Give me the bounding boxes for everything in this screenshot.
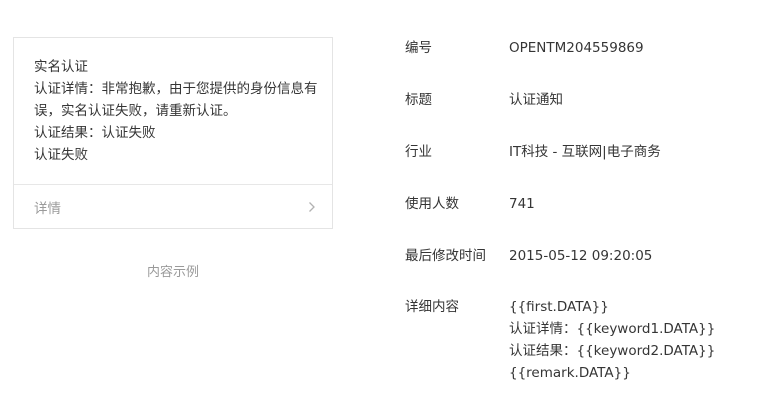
chevron-right-icon	[306, 201, 318, 213]
info-row-content: 详细内容 {{first.DATA}} 认证详情：{{keyword1.DATA…	[405, 296, 755, 384]
info-row-id: 编号 OPENTM204559869	[405, 37, 755, 59]
content-value: {{first.DATA}} 认证详情：{{keyword1.DATA}} 认证…	[509, 296, 715, 384]
info-row-users: 使用人数 741	[405, 193, 755, 215]
preview-title: 实名认证	[34, 59, 88, 75]
modified-label: 最后修改时间	[405, 248, 486, 264]
users-value: 741	[509, 196, 535, 212]
content-line-keyword2: 认证结果：{{keyword2.DATA}}	[509, 343, 716, 359]
template-detail-page: 实名认证 认证详情：非常抱歉，由于您提供的身份信息有误，实名认证失败，请重新认证…	[0, 0, 762, 404]
modified-value: 2015-05-12 09:20:05	[509, 248, 653, 264]
content-line-first: {{first.DATA}}	[509, 299, 609, 315]
detail-label: 详情	[34, 201, 61, 217]
info-row-industry: 行业 IT科技 - 互联网|电子商务	[405, 141, 755, 163]
detail-link[interactable]: 详情	[34, 185, 318, 229]
preview-remark-line: 认证失败	[34, 147, 88, 163]
preview-detail-line: 认证详情：非常抱歉，由于您提供的身份信息有误，实名认证失败，请重新认证。	[34, 81, 318, 119]
example-caption: 内容示例	[146, 265, 199, 280]
users-label: 使用人数	[405, 196, 459, 212]
content-label: 详细内容	[405, 299, 459, 315]
preview-result-line: 认证结果：认证失败	[34, 125, 156, 141]
message-preview-card: 实名认证 认证详情：非常抱歉，由于您提供的身份信息有误，实名认证失败，请重新认证…	[13, 37, 333, 229]
title-value: 认证通知	[509, 92, 563, 108]
industry-value: IT科技 - 互联网|电子商务	[509, 144, 661, 160]
preview-content: 实名认证 认证详情：非常抱歉，由于您提供的身份信息有误，实名认证失败，请重新认证…	[34, 56, 324, 166]
title-label: 标题	[405, 92, 432, 108]
content-line-keyword1: 认证详情：{{keyword1.DATA}}	[509, 321, 716, 337]
content-line-remark: {{remark.DATA}}	[509, 365, 631, 381]
info-row-modified: 最后修改时间 2015-05-12 09:20:05	[405, 245, 755, 267]
id-value: OPENTM204559869	[509, 40, 644, 56]
id-label: 编号	[405, 40, 432, 56]
info-row-title: 标题 认证通知	[405, 89, 755, 111]
industry-label: 行业	[405, 144, 432, 160]
